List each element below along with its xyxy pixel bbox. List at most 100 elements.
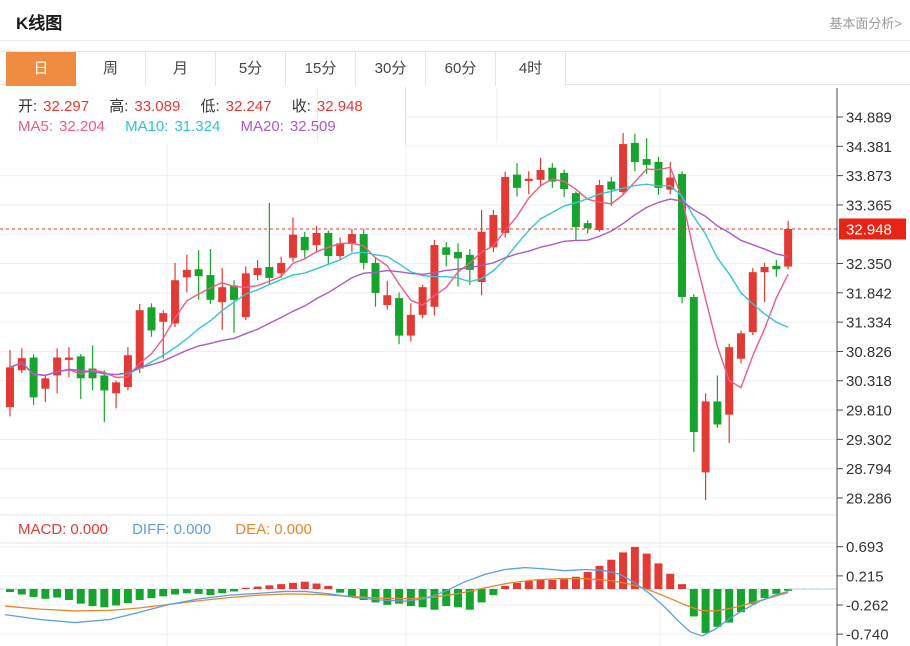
candle-body	[277, 263, 285, 273]
ma20-value: 32.509	[290, 118, 336, 135]
high-label: 高:	[109, 98, 128, 115]
candle-body	[313, 233, 321, 245]
widget-header: K线图 基本面分析>	[0, 0, 910, 41]
candle-body	[147, 307, 155, 330]
candle-body	[41, 378, 49, 388]
diff-value: 0.000	[174, 521, 212, 538]
candle-body	[501, 177, 509, 233]
y-axis: 34.88934.38133.87333.36532.35031.84231.3…	[837, 88, 892, 646]
macd-bar	[242, 588, 250, 589]
page-title: K线图	[16, 9, 62, 34]
macd-bar	[489, 589, 497, 595]
candle-body	[654, 162, 662, 188]
macd-bar	[478, 589, 486, 602]
macd-bar	[230, 589, 238, 591]
tab-period-日[interactable]: 日	[6, 52, 76, 86]
candle-body	[772, 266, 780, 269]
ma5-value: 32.204	[59, 118, 105, 135]
y-axis-label: 31.842	[846, 285, 892, 302]
y-axis-label: 33.873	[846, 168, 892, 185]
macd-bar	[772, 589, 780, 594]
candle-body	[619, 144, 627, 192]
macd-value: 0.000	[70, 521, 108, 538]
kline-widget: 34.88934.38133.87333.36532.35031.84231.3…	[0, 0, 910, 646]
diff-label: DIFF:	[132, 521, 170, 538]
macd-bar	[195, 589, 203, 594]
tab-period-15分[interactable]: 15分	[286, 52, 356, 86]
tab-period-30分[interactable]: 30分	[356, 52, 426, 86]
candle-body	[183, 270, 191, 278]
macd-bar	[171, 589, 179, 594]
y-axis-label: 33.365	[846, 197, 892, 214]
macd-bar	[407, 589, 415, 606]
macd-bar	[65, 589, 73, 600]
macd-bar	[41, 589, 49, 599]
candle-body	[737, 333, 745, 358]
tab-period-5分[interactable]: 5分	[216, 52, 286, 86]
candles	[6, 133, 792, 500]
y-axis-label: 34.889	[846, 110, 892, 127]
dea-value: 0.000	[274, 521, 312, 538]
macd-pane	[0, 547, 837, 636]
candle-body	[525, 179, 533, 181]
candle-body	[419, 287, 427, 315]
y-axis-label: 32.350	[846, 256, 892, 273]
candle-body	[784, 229, 792, 267]
macd-bar	[430, 589, 438, 610]
macd-bar	[53, 589, 61, 598]
candle-body	[301, 237, 309, 250]
ma5-label: MA5:	[18, 118, 53, 135]
macd-bar	[18, 589, 26, 594]
candle-body	[478, 232, 486, 282]
macd-bar	[159, 589, 167, 596]
y-axis-label: 34.381	[846, 139, 892, 156]
macd-bar	[124, 589, 132, 603]
y-axis-label: 28.286	[846, 490, 892, 507]
candle-body	[265, 267, 273, 278]
macd-bar	[100, 589, 108, 607]
candle-body	[230, 285, 238, 299]
candle-body	[749, 272, 757, 332]
macd-bar	[89, 589, 97, 606]
macd-bar	[289, 583, 297, 589]
current-price-badge-text: 32.948	[846, 221, 892, 238]
macd-bar	[537, 580, 545, 589]
candle-body	[537, 170, 545, 180]
ma10-label: MA10:	[125, 118, 168, 135]
macd-bar	[254, 587, 262, 589]
candle-body	[254, 268, 262, 275]
tab-period-周[interactable]: 周	[76, 52, 146, 86]
high-value: 33.089	[134, 98, 180, 115]
candle-body	[159, 313, 167, 322]
macd-bar	[596, 566, 604, 589]
y-axis-label: -0.262	[846, 597, 889, 614]
tab-period-月[interactable]: 月	[146, 52, 216, 86]
macd-bar	[183, 589, 191, 593]
tab-period-4时[interactable]: 4时	[496, 52, 566, 86]
candle-body	[572, 193, 580, 227]
tab-period-60分[interactable]: 60分	[426, 52, 496, 86]
ma5-line	[10, 167, 788, 387]
macd-bar	[584, 572, 592, 589]
close-label: 收:	[292, 98, 311, 115]
fundamental-analysis-link[interactable]: 基本面分析>	[829, 13, 902, 32]
y-axis-label: 0.215	[846, 568, 884, 585]
macd-bar	[513, 583, 521, 589]
y-axis-label: 30.318	[846, 373, 892, 390]
macd-label: MACD:	[18, 521, 66, 538]
macd-bar	[713, 589, 721, 627]
macd-bar	[147, 589, 155, 598]
candle-body	[584, 223, 592, 228]
macd-bar	[77, 589, 85, 604]
low-label: 低:	[200, 98, 219, 115]
quote-info-box: 开:32.297 高:33.089 低:32.247 收:32.948 MA5:…	[0, 87, 406, 145]
y-axis-label: 29.302	[846, 432, 892, 449]
candle-body	[65, 358, 73, 360]
open-label: 开:	[18, 98, 37, 115]
macd-bar	[30, 589, 38, 597]
macd-bar	[112, 589, 120, 605]
current-price-badge: 32.948	[839, 218, 906, 239]
macd-bar	[643, 554, 651, 589]
candle-body	[690, 297, 698, 432]
ma20-line	[10, 199, 788, 375]
